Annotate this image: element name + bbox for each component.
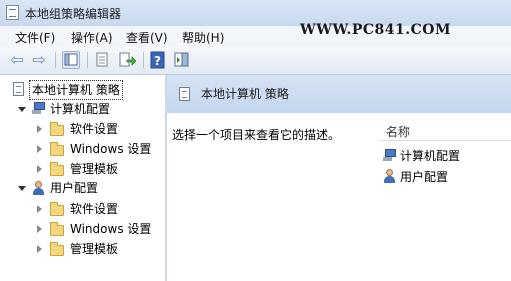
list-item-user-config[interactable]: 用户配置 xyxy=(400,168,448,185)
folder-icon xyxy=(50,222,64,236)
site-watermark: WWW.PC841.COM xyxy=(300,22,451,38)
tree-item-user-admin-templates[interactable]: 管理模板 xyxy=(70,240,118,258)
collapse-arrow-icon[interactable] xyxy=(37,245,42,253)
folder-icon xyxy=(50,242,64,256)
back-icon[interactable]: ⇦ xyxy=(8,51,26,69)
toolbar-separator xyxy=(143,52,144,68)
details-header-title: 本地计算机 策略 xyxy=(201,87,289,101)
window-title: 本地组策略编辑器 xyxy=(25,7,122,21)
user-icon xyxy=(383,169,397,183)
tree-item-user-config[interactable]: 用户配置 xyxy=(50,179,98,197)
column-header-name[interactable]: 名称 xyxy=(379,120,511,141)
computer-icon xyxy=(383,149,397,161)
show-tree-icon[interactable] xyxy=(62,51,80,69)
folder-icon xyxy=(50,142,64,156)
expand-arrow-icon[interactable] xyxy=(18,107,26,112)
computer-icon xyxy=(32,102,46,114)
expand-arrow-icon[interactable] xyxy=(18,186,26,191)
collapse-arrow-icon[interactable] xyxy=(37,165,42,173)
tree-item-computer-admin-templates[interactable]: 管理模板 xyxy=(70,160,118,178)
properties-icon[interactable] xyxy=(93,51,111,69)
forward-icon[interactable]: ⇨ xyxy=(30,51,48,69)
svg-text:?: ? xyxy=(154,54,161,68)
policy-document-icon xyxy=(179,87,190,101)
export-list-icon[interactable] xyxy=(118,51,137,69)
folder-icon xyxy=(50,162,64,176)
list-item-computer-config[interactable]: 计算机配置 xyxy=(400,147,460,164)
policy-editor-app-icon xyxy=(6,5,19,20)
menu-view[interactable]: 查看(V) xyxy=(126,29,168,46)
toolbar-separator xyxy=(87,52,88,68)
details-pane: 本地计算机 策略 选择一个项目来查看它的描述。 名称 计算机配置 用户配置 xyxy=(167,75,511,281)
collapse-arrow-icon[interactable] xyxy=(37,225,42,233)
tree-item-user-software-settings[interactable]: 软件设置 xyxy=(70,200,118,218)
tree-item-computer-windows-settings[interactable]: Windows 设置 xyxy=(70,140,151,158)
tree-item-computer-software-settings[interactable]: 软件设置 xyxy=(70,120,118,138)
toolbar: ⇦ ⇨ ? xyxy=(0,47,511,75)
tree-item-user-windows-settings[interactable]: Windows 设置 xyxy=(70,220,151,238)
tree-item-computer-config[interactable]: 计算机配置 xyxy=(50,100,110,118)
toolbar-separator xyxy=(55,52,56,68)
collapse-arrow-icon[interactable] xyxy=(37,145,42,153)
tree-pane[interactable]: 本地计算机 策略 计算机配置 软件设置 Windows 设置 管理模板 用户配置… xyxy=(0,75,167,281)
tree-root-local-policy[interactable]: 本地计算机 策略 xyxy=(29,80,123,100)
details-header: 本地计算机 策略 xyxy=(167,75,511,113)
policy-document-icon xyxy=(13,82,24,96)
collapse-arrow-icon[interactable] xyxy=(37,125,42,133)
help-icon[interactable]: ? xyxy=(149,51,167,69)
show-hide-action-pane-icon[interactable] xyxy=(173,51,191,69)
menu-help[interactable]: 帮助(H) xyxy=(182,29,224,46)
menu-file[interactable]: 文件(F) xyxy=(15,29,55,46)
user-icon xyxy=(32,181,46,195)
collapse-arrow-icon[interactable] xyxy=(37,205,42,213)
menu-action[interactable]: 操作(A) xyxy=(71,29,113,46)
folder-icon xyxy=(50,202,64,216)
folder-icon xyxy=(50,122,64,136)
column-header-label: 名称 xyxy=(386,125,411,139)
details-description: 选择一个项目来查看它的描述。 xyxy=(172,128,341,142)
